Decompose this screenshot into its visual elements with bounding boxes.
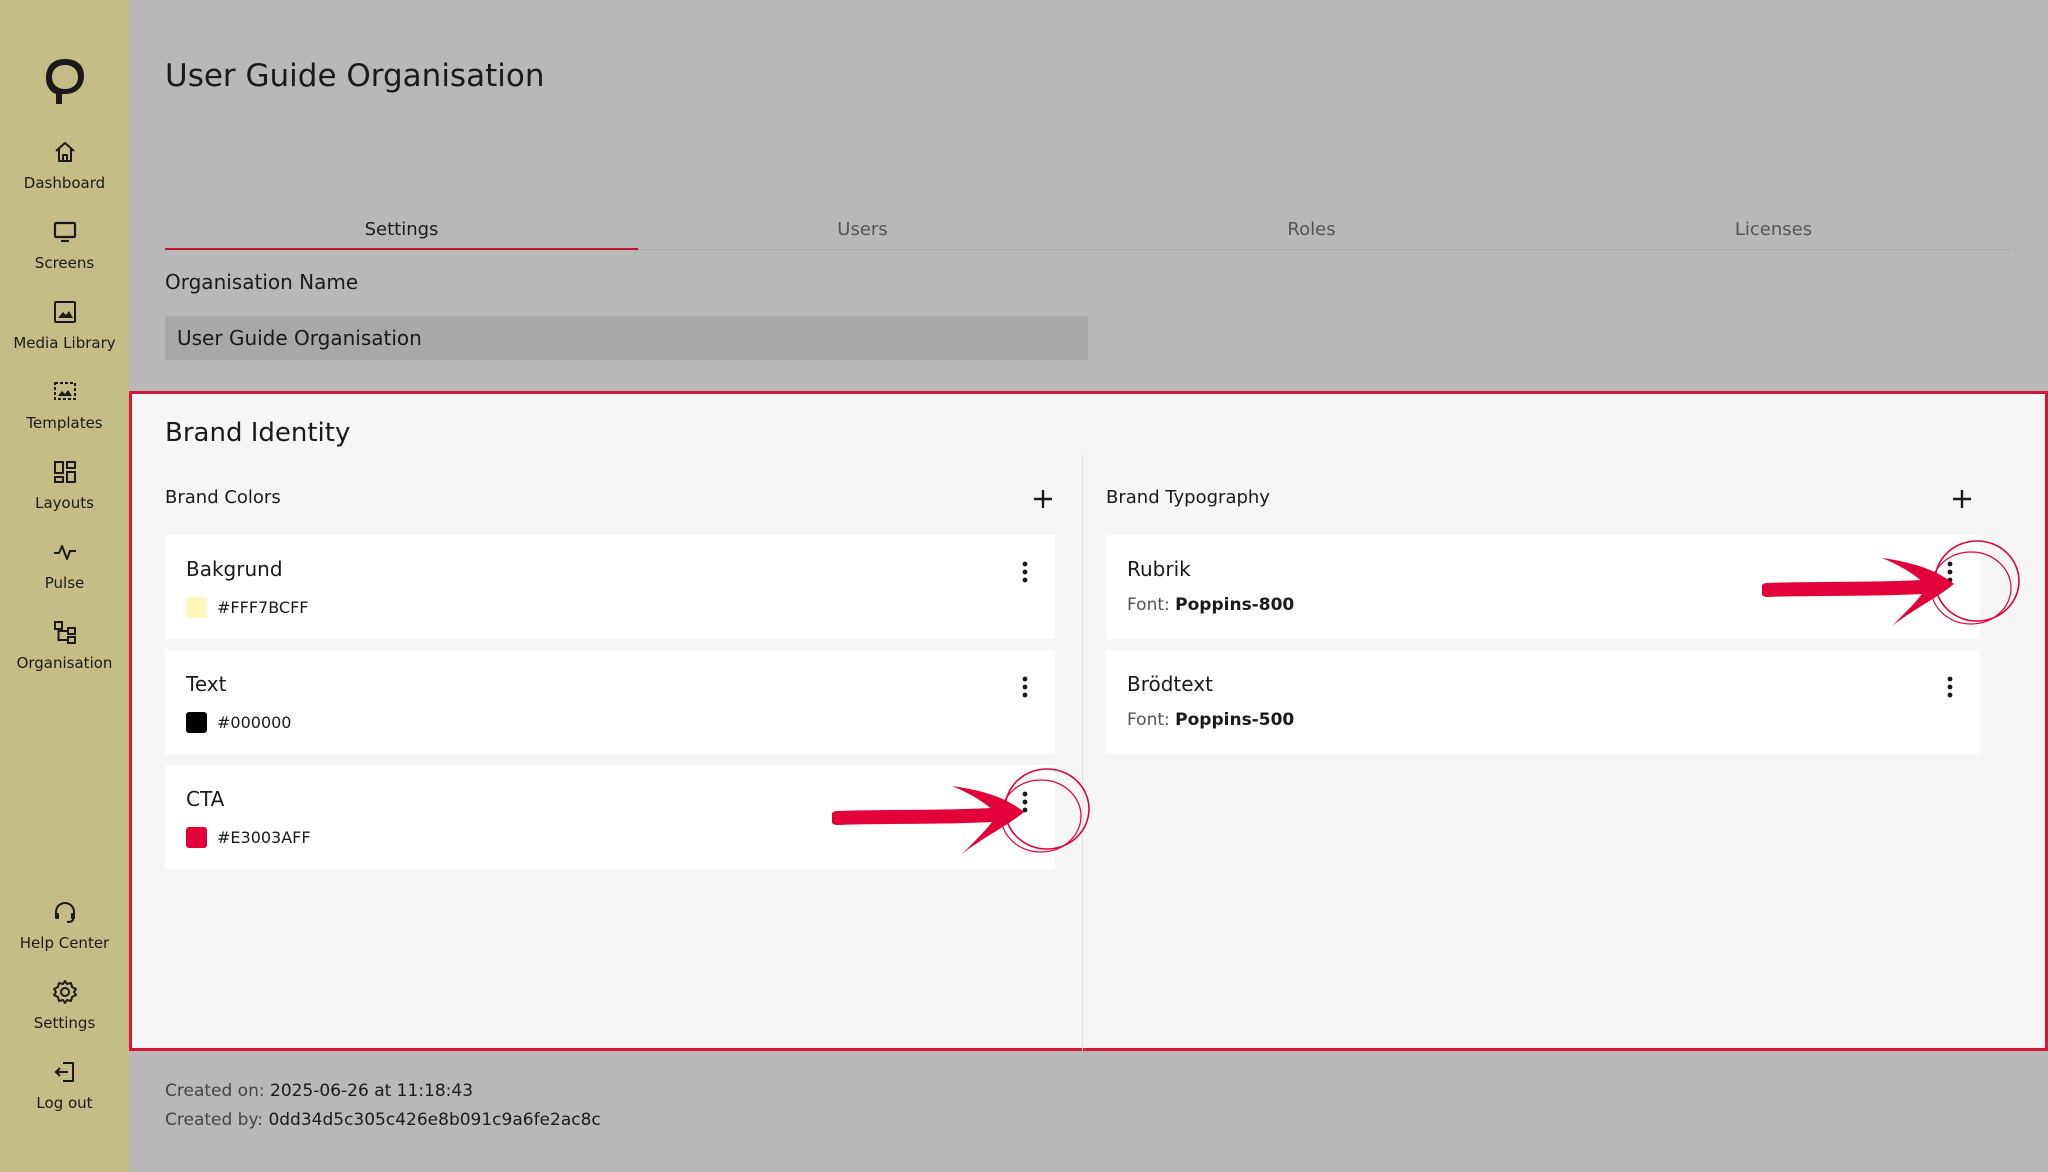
sidebar-item-label: Help Center (19, 934, 110, 952)
add-color-button[interactable] (1029, 485, 1057, 513)
sidebar-item-dashboard[interactable]: Dashboard (0, 138, 129, 208)
color-swatch (186, 712, 207, 733)
typography-font: Font: Poppins-500 (1127, 710, 1294, 730)
more-options-icon[interactable] (1015, 558, 1035, 586)
created-on: Created on: 2025-06-26 at 11:18:43 (165, 1081, 473, 1101)
sidebar-item-label: Settings (33, 1014, 96, 1032)
org-name-label: Organisation Name (165, 270, 359, 294)
color-swatch (186, 827, 207, 848)
tab-bar: Settings Users Roles Licenses (165, 210, 2010, 250)
font-name: Poppins-800 (1175, 595, 1295, 615)
created-by-value: 0dd34d5c305c426e8b091c9a6fe2ac8c (268, 1110, 601, 1130)
created-by-label: Created by: (165, 1110, 264, 1130)
more-options-icon[interactable] (1015, 673, 1035, 701)
logout-icon (54, 1062, 74, 1082)
add-typography-button[interactable] (1948, 485, 1976, 513)
tab-licenses[interactable]: Licenses (1537, 210, 2010, 250)
typography-name: Rubrik (1127, 557, 1191, 581)
pulse-icon (53, 545, 76, 560)
font-name: Poppins-500 (1175, 710, 1295, 730)
annotation-arrow-icon (832, 768, 1090, 854)
typography-card-brodtext[interactable]: Brödtext Font: Poppins-500 (1106, 650, 1980, 754)
brand-colors-label: Brand Colors (165, 487, 281, 508)
color-name: Text (186, 672, 227, 696)
created-on-value: 2025-06-26 at 11:18:43 (270, 1081, 474, 1101)
color-card-bakgrund[interactable]: Bakgrund #FFF7BCFF (165, 535, 1055, 639)
sidebar-item-settings[interactable]: Settings (0, 978, 129, 1048)
headset-icon (54, 902, 75, 923)
sidebar-item-log-out[interactable]: Log out (0, 1058, 129, 1128)
sidebar: Dashboard Screens Media Library Template… (0, 0, 129, 1172)
sidebar-item-templates[interactable]: Templates (0, 378, 129, 448)
image-icon (53, 301, 76, 323)
gear-icon (52, 980, 77, 1004)
monitor-icon (53, 221, 76, 243)
sidebar-item-organisation[interactable]: Organisation (0, 618, 129, 688)
color-hex: #E3003AFF (217, 828, 311, 847)
color-name: Bakgrund (186, 557, 283, 581)
typography-font: Font: Poppins-800 (1127, 595, 1294, 615)
brand-identity-title: Brand Identity (165, 418, 351, 448)
created-by: Created by: 0dd34d5c305c426e8b091c9a6fe2… (165, 1110, 601, 1130)
annotation-arrow-icon (1762, 540, 2020, 626)
sidebar-item-label: Dashboard (23, 174, 106, 192)
created-on-label: Created on: (165, 1081, 265, 1101)
sidebar-item-label: Organisation (16, 654, 113, 672)
sidebar-item-pulse[interactable]: Pulse (0, 538, 129, 608)
brand-identity-panel: Brand Identity Brand Colors Bakgrund #FF… (129, 391, 2048, 1051)
sidebar-item-label: Log out (36, 1094, 93, 1112)
sidebar-item-label: Templates (26, 414, 103, 432)
tab-settings[interactable]: Settings (165, 210, 638, 250)
font-prefix: Font: (1127, 595, 1170, 615)
sidebar-item-label: Media Library (13, 334, 116, 352)
grid-icon (53, 461, 76, 483)
color-card-text[interactable]: Text #000000 (165, 650, 1055, 754)
font-prefix: Font: (1127, 710, 1170, 730)
brand-typography-label: Brand Typography (1106, 487, 1270, 508)
typography-name: Brödtext (1127, 672, 1213, 696)
sidebar-item-label: Pulse (44, 574, 85, 592)
sidebar-item-layouts[interactable]: Layouts (0, 458, 129, 528)
sidebar-item-label: Layouts (35, 494, 94, 512)
column-divider (1082, 454, 1083, 1051)
home-icon (54, 142, 75, 162)
color-swatch (186, 597, 207, 618)
org-icon (53, 621, 76, 644)
sidebar-item-help-center[interactable]: Help Center (0, 898, 129, 968)
color-name: CTA (186, 787, 225, 811)
tab-users[interactable]: Users (626, 210, 1099, 250)
sidebar-item-label: Screens (34, 254, 95, 272)
sidebar-item-media-library[interactable]: Media Library (0, 298, 129, 368)
sidebar-item-screens[interactable]: Screens (0, 218, 129, 288)
tab-roles[interactable]: Roles (1075, 210, 1548, 250)
color-hex: #FFF7BCFF (217, 598, 309, 617)
more-options-icon[interactable] (1940, 673, 1960, 701)
template-icon (53, 382, 76, 400)
color-hex: #000000 (217, 713, 292, 732)
page-title: User Guide Organisation (165, 58, 545, 94)
app-logo-icon (46, 59, 84, 104)
org-name-input[interactable]: User Guide Organisation (165, 316, 1088, 360)
